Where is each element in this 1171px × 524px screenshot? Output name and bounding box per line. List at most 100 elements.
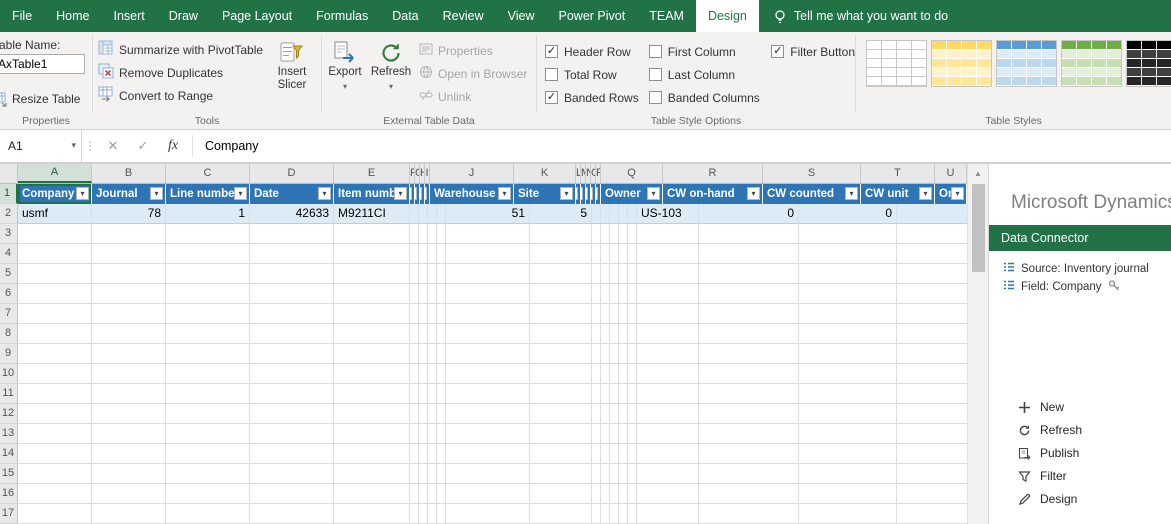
cell-G15[interactable] [419, 464, 428, 484]
cell-H10[interactable] [428, 364, 437, 384]
unchecked-checkbox-icon[interactable] [649, 91, 662, 104]
cell-J12[interactable] [446, 404, 530, 424]
export-button[interactable]: Export ▾ [322, 38, 368, 108]
cell-R7[interactable] [699, 304, 799, 324]
cell-A15[interactable] [18, 464, 92, 484]
cell-L5[interactable] [592, 264, 601, 284]
cell-T2[interactable] [897, 204, 967, 224]
cell-N2[interactable] [610, 204, 619, 224]
unlink-button[interactable]: Unlink [414, 85, 532, 108]
cell-N6[interactable] [610, 284, 619, 304]
cell-M17[interactable] [601, 504, 610, 524]
vertical-scrollbar[interactable]: ▲ [967, 164, 988, 524]
cell-M2[interactable] [601, 204, 610, 224]
tab-page-layout[interactable]: Page Layout [210, 0, 304, 32]
name-box-dropdown-icon[interactable]: ▾ [71, 140, 76, 151]
header-cell-E1[interactable]: Item number▾ [334, 184, 410, 204]
cell-N11[interactable] [610, 384, 619, 404]
cell-N9[interactable] [610, 344, 619, 364]
refresh-button[interactable]: Refresh ▾ [368, 38, 414, 108]
cell-J4[interactable] [446, 244, 530, 264]
cell-R3[interactable] [699, 224, 799, 244]
cell-E6[interactable] [334, 284, 410, 304]
cell-J2[interactable]: 51 [446, 204, 530, 224]
cell-Q14[interactable] [637, 444, 699, 464]
cell-F4[interactable] [410, 244, 419, 264]
cell-B13[interactable] [92, 424, 166, 444]
cell-C5[interactable] [166, 264, 250, 284]
cell-O15[interactable] [619, 464, 628, 484]
column-header-C[interactable]: C [166, 164, 250, 183]
cell-R6[interactable] [699, 284, 799, 304]
cell-L2[interactable] [592, 204, 601, 224]
checked-checkbox-icon[interactable]: ✓ [771, 45, 784, 58]
cell-H16[interactable] [428, 484, 437, 504]
cell-G2[interactable] [419, 204, 428, 224]
cell-P7[interactable] [628, 304, 637, 324]
cell-D14[interactable] [250, 444, 334, 464]
cell-S15[interactable] [799, 464, 897, 484]
insert-function-icon[interactable]: fx [158, 130, 188, 162]
cell-C6[interactable] [166, 284, 250, 304]
cancel-icon[interactable]: ✕ [98, 130, 128, 162]
cell-I14[interactable] [437, 444, 446, 464]
new-action-button[interactable]: New [1017, 400, 1082, 414]
cell-S9[interactable] [799, 344, 897, 364]
cell-I2[interactable] [437, 204, 446, 224]
cell-L7[interactable] [592, 304, 601, 324]
cell-T6[interactable] [897, 284, 967, 304]
column-header-S[interactable]: S [763, 164, 861, 183]
row-header-8[interactable]: 8 [0, 324, 18, 344]
cell-I4[interactable] [437, 244, 446, 264]
cell-T17[interactable] [897, 504, 967, 524]
cell-G11[interactable] [419, 384, 428, 404]
cell-A10[interactable] [18, 364, 92, 384]
cell-B5[interactable] [92, 264, 166, 284]
open-in-browser-button[interactable]: Open in Browser [414, 62, 532, 85]
cell-M16[interactable] [601, 484, 610, 504]
cell-E17[interactable] [334, 504, 410, 524]
cell-S8[interactable] [799, 324, 897, 344]
cell-P9[interactable] [628, 344, 637, 364]
cell-S6[interactable] [799, 284, 897, 304]
cell-T3[interactable] [897, 224, 967, 244]
cell-D10[interactable] [250, 364, 334, 384]
cell-D17[interactable] [250, 504, 334, 524]
cell-K12[interactable] [530, 404, 592, 424]
cell-H9[interactable] [428, 344, 437, 364]
cell-R15[interactable] [699, 464, 799, 484]
cell-L17[interactable] [592, 504, 601, 524]
cell-M12[interactable] [601, 404, 610, 424]
publish-action-button[interactable]: Publish [1017, 446, 1082, 460]
cell-T9[interactable] [897, 344, 967, 364]
table-style-yellow[interactable] [931, 40, 992, 87]
cell-A6[interactable] [18, 284, 92, 304]
table-style-plain[interactable] [866, 40, 927, 87]
cell-N7[interactable] [610, 304, 619, 324]
cell-E4[interactable] [334, 244, 410, 264]
cell-R12[interactable] [699, 404, 799, 424]
cell-K7[interactable] [530, 304, 592, 324]
cell-A2[interactable]: usmf [18, 204, 92, 224]
cell-Q7[interactable] [637, 304, 699, 324]
column-header-E[interactable]: E [334, 164, 410, 183]
cell-N17[interactable] [610, 504, 619, 524]
cell-D7[interactable] [250, 304, 334, 324]
cell-H13[interactable] [428, 424, 437, 444]
row-header-11[interactable]: 11 [0, 384, 18, 404]
cell-J14[interactable] [446, 444, 530, 464]
cell-F10[interactable] [410, 364, 419, 384]
cell-N4[interactable] [610, 244, 619, 264]
cell-S12[interactable] [799, 404, 897, 424]
cell-M14[interactable] [601, 444, 610, 464]
cell-O17[interactable] [619, 504, 628, 524]
cell-J15[interactable] [446, 464, 530, 484]
checkbox-last-column[interactable]: Last Column [649, 63, 762, 86]
cell-T12[interactable] [897, 404, 967, 424]
cell-E3[interactable] [334, 224, 410, 244]
cell-I7[interactable] [437, 304, 446, 324]
header-cell-C1[interactable]: Line number▾ [166, 184, 250, 204]
row-header-1[interactable]: 1 [0, 184, 18, 204]
column-header-T[interactable]: T [861, 164, 935, 183]
cell-E11[interactable] [334, 384, 410, 404]
